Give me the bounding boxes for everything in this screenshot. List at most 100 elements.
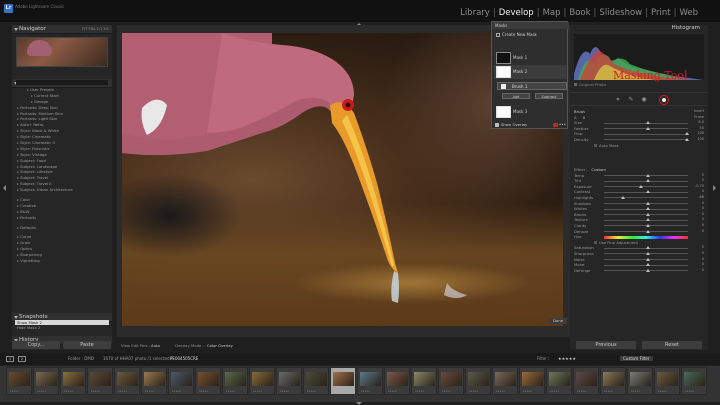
module-map[interactable]: Map	[543, 8, 561, 18]
filmstrip-thumbnail[interactable]: •••••	[681, 367, 707, 395]
module-slideshow[interactable]: Slideshow	[599, 8, 642, 18]
filmstrip-thumbnail[interactable]: •••••	[33, 367, 59, 395]
healing-icon[interactable]: ✎	[627, 96, 635, 104]
slider-track[interactable]	[604, 184, 688, 188]
collapse-left-arrow-icon[interactable]	[3, 185, 6, 191]
slider-knob[interactable]	[646, 246, 650, 250]
module-library[interactable]: Library	[460, 8, 490, 18]
filmstrip-thumbnail[interactable]: •••••	[627, 367, 653, 395]
slider-track[interactable]	[604, 251, 688, 255]
slider-track[interactable]	[604, 195, 688, 199]
slider-knob[interactable]	[620, 195, 625, 199]
monitor-1-button[interactable]: 1	[6, 356, 14, 362]
slider-knob[interactable]	[685, 132, 690, 136]
slider-track[interactable]	[604, 179, 688, 183]
filmstrip-thumbnail[interactable]: •••••	[222, 367, 248, 395]
slider-knob[interactable]	[646, 218, 650, 222]
module-web[interactable]: Web	[679, 8, 698, 18]
filmstrip-thumbnail[interactable]: •••••	[573, 367, 599, 395]
histogram-header[interactable]: Histogram	[570, 25, 708, 32]
slider-track[interactable]	[604, 201, 688, 205]
slider-track[interactable]	[604, 257, 688, 261]
filmstrip-thumbnail[interactable]: •••••	[249, 367, 275, 395]
navigator-header[interactable]: Navigator FIT FILL 1:1 3:1	[12, 25, 112, 34]
filmstrip-thumbnail[interactable]: •••••	[600, 367, 626, 395]
filmstrip-thumbnail[interactable]: •••••	[546, 367, 572, 395]
overlay-color-swatch[interactable]	[553, 123, 558, 127]
filmstrip[interactable]: ••••• ••••• ••••• ••••• ••••• ••••• ••••• •••••…	[0, 366, 720, 402]
module-book[interactable]: Book	[569, 8, 590, 18]
slider-track[interactable]	[604, 246, 688, 250]
slider-knob[interactable]	[646, 190, 650, 194]
slider-knob[interactable]	[685, 137, 690, 141]
preset-search-input[interactable]	[16, 80, 108, 85]
filmstrip-thumbnail[interactable]: •••••	[87, 367, 113, 395]
show-overlay-checkbox[interactable]	[495, 123, 499, 127]
nav-zoom-options[interactable]: FIT FILL 1:1 3:1	[82, 25, 109, 34]
preset-item[interactable]: ▸ Portraits	[17, 215, 109, 221]
preset-item[interactable]: ▸ Subject: Urban Architecture	[17, 187, 109, 193]
filmstrip-thumbnail[interactable]: •••••	[6, 367, 32, 395]
filmstrip-thumbnail[interactable]: •••••	[330, 367, 356, 395]
done-button[interactable]: Done	[549, 318, 567, 324]
auto-mask-checkbox[interactable]	[594, 143, 597, 147]
filmstrip-thumbnail[interactable]: •••••	[384, 367, 410, 395]
collapse-right-arrow-icon[interactable]	[713, 185, 716, 191]
rating-stars-icon[interactable]: ★★★★★	[558, 356, 576, 361]
overlay-mode-select[interactable]: Color Overlay	[207, 343, 233, 348]
module-develop[interactable]: Develop	[499, 8, 534, 18]
slider-knob[interactable]	[639, 184, 644, 188]
slider-knob[interactable]	[646, 179, 650, 183]
filmstrip-thumbnail[interactable]: •••••	[465, 367, 491, 395]
original-photo-toggle[interactable]: Original Photo	[574, 82, 606, 87]
slider-knob[interactable]	[646, 251, 650, 255]
slider-knob[interactable]	[646, 223, 650, 227]
filmstrip-thumbnail[interactable]: •••••	[276, 367, 302, 395]
slider-track[interactable]	[604, 218, 688, 222]
filmstrip-thumbnail[interactable]: •••••	[411, 367, 437, 395]
slider-track[interactable]	[604, 207, 688, 211]
slider-knob[interactable]	[646, 257, 650, 261]
slider-track[interactable]	[604, 223, 688, 227]
slider-knob[interactable]	[646, 201, 650, 205]
copy-button[interactable]: Copy...	[12, 341, 60, 349]
filmstrip-thumbnail[interactable]: •••••	[303, 367, 329, 395]
mask-3-row[interactable]: Mask 3	[494, 105, 567, 119]
filmstrip-thumbnail[interactable]: •••••	[654, 367, 680, 395]
brush-b-button[interactable]: B	[583, 115, 586, 120]
module-print[interactable]: Print	[651, 8, 671, 18]
create-new-mask-button[interactable]: Create New Mask	[496, 32, 537, 37]
red-eye-icon[interactable]: ◉	[640, 96, 648, 104]
slider-track[interactable]	[604, 132, 690, 136]
subtract-button[interactable]: Subtract	[535, 93, 563, 99]
slider-knob[interactable]	[646, 212, 650, 216]
view-pins-select[interactable]: Auto	[151, 343, 160, 348]
monitor-2-button[interactable]: 2	[18, 356, 26, 362]
slider-track[interactable]	[604, 190, 688, 194]
filmstrip-thumbnail[interactable]: •••••	[492, 367, 518, 395]
slider-track[interactable]	[604, 121, 688, 125]
slider-knob[interactable]	[646, 268, 650, 272]
hue-slider[interactable]	[604, 235, 688, 239]
filmstrip-thumbnail[interactable]: •••••	[519, 367, 545, 395]
fine-adjust-checkbox[interactable]	[594, 240, 597, 244]
slider-track[interactable]	[604, 263, 688, 267]
filmstrip-thumbnail[interactable]: •••••	[195, 367, 221, 395]
navigator-preview[interactable]	[16, 37, 108, 67]
history-item[interactable]: Hide Mask 2	[15, 325, 109, 330]
reset-button[interactable]: Reset	[642, 341, 702, 349]
paste-button[interactable]: Paste	[63, 341, 111, 349]
slider-track[interactable]	[604, 229, 688, 233]
preset-item[interactable]: ▸ Vignetting	[17, 258, 109, 264]
slider-track[interactable]	[604, 212, 688, 216]
add-button[interactable]: Add	[502, 93, 530, 99]
preset-item[interactable]: ▸ Defaults	[17, 225, 109, 231]
filmstrip-thumbnail[interactable]: •••••	[60, 367, 86, 395]
mask-2-row[interactable]: Mask 2	[494, 65, 567, 79]
filmstrip-thumbnail[interactable]: •••••	[114, 367, 140, 395]
slider-knob[interactable]	[646, 263, 650, 267]
effect-select[interactable]: Custom	[591, 167, 606, 172]
slider-track[interactable]	[604, 126, 688, 130]
filter-select[interactable]: Custom Filter	[620, 356, 653, 361]
slider-knob[interactable]	[646, 229, 650, 233]
